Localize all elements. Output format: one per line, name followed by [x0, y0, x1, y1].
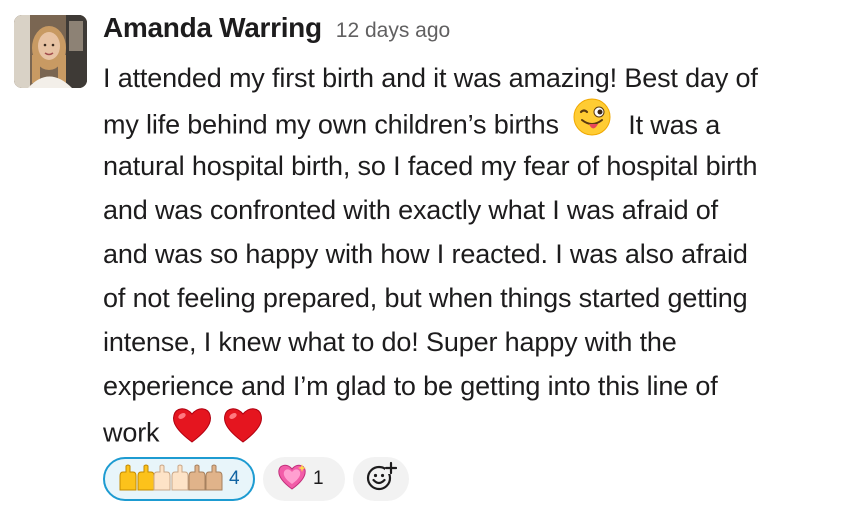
sparkling-heart-emoji	[277, 462, 307, 497]
winking-face-with-tongue-emoji	[572, 97, 612, 150]
message-line: experience and I’m glad to be getting in…	[103, 371, 718, 401]
message-header: Amanda Warring 12 days ago	[103, 12, 450, 52]
message-line: I attended my first birth and it was ama…	[103, 63, 758, 93]
message-line: natural hospital birth, so I faced my fe…	[103, 151, 758, 181]
raising-hands-emoji	[117, 462, 223, 497]
message-line: and was so happy with how I reacted. I w…	[103, 239, 748, 269]
red-heart-emoji	[222, 405, 264, 458]
message-line: of not feeling prepared, but when things…	[103, 283, 748, 313]
message-line-text: It was a	[628, 109, 721, 140]
message-line: and was confronted with exactly what I w…	[103, 195, 719, 225]
message-line: my life behind my own children’s births …	[103, 98, 848, 144]
message-body: I attended my first birth and it was ama…	[103, 56, 848, 452]
red-heart-emoji	[171, 405, 213, 458]
avatar[interactable]	[14, 15, 87, 88]
add-reaction-icon	[365, 461, 398, 498]
reaction-bar: 4 1	[103, 457, 409, 501]
message: Amanda Warring 12 days ago I attended my…	[0, 0, 852, 510]
timestamp[interactable]: 12 days ago	[336, 19, 450, 43]
reaction-count: 1	[313, 468, 324, 489]
reaction-sparkling-heart[interactable]: 1	[263, 457, 345, 501]
reaction-raising-hands[interactable]: 4	[103, 457, 255, 501]
author-name[interactable]: Amanda Warring	[103, 12, 322, 44]
message-line-text: work	[103, 417, 160, 448]
reaction-count: 4	[229, 468, 240, 489]
add-reaction-button[interactable]	[353, 457, 409, 501]
message-line: intense, I knew what to do! Super happy …	[103, 327, 677, 357]
message-line: work	[103, 408, 848, 452]
message-line-text: my life behind my own children’s births	[103, 109, 559, 140]
